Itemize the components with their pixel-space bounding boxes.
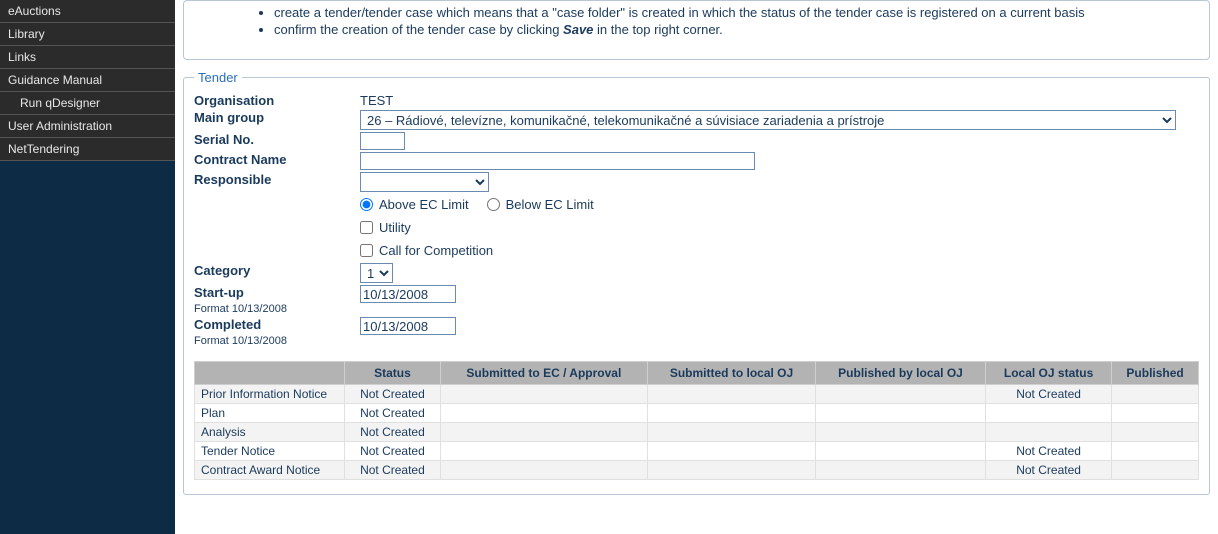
- row-link-tender-notice[interactable]: Tender Notice: [201, 444, 275, 458]
- cell: [647, 461, 815, 480]
- maingroup-select[interactable]: 26 – Rádiové, televízne, komunikačné, te…: [360, 110, 1176, 130]
- th-submitted-local-oj: Submitted to local OJ: [647, 362, 815, 385]
- label-organisation: Organisation: [194, 93, 274, 108]
- main-content: create a tender/tender case which means …: [175, 0, 1218, 534]
- table-row: Prior Information Notice Not Created Not…: [195, 385, 1199, 404]
- utility-checkbox[interactable]: [360, 221, 373, 234]
- cell: [816, 461, 986, 480]
- label-utility: Utility: [379, 220, 411, 235]
- cell: [440, 423, 647, 442]
- cell-local-oj-status: Not Created: [985, 385, 1111, 404]
- cell-local-oj-status: Not Created: [985, 442, 1111, 461]
- intro-text-tail: in the top right corner.: [593, 22, 722, 37]
- cell: [647, 442, 815, 461]
- completed-date-input[interactable]: [360, 317, 456, 335]
- cell-status: Not Created: [345, 461, 441, 480]
- sidebar-item-run-qdesigner[interactable]: Run qDesigner: [0, 92, 175, 115]
- value-organisation: TEST: [360, 93, 393, 108]
- intro-li-1: create a tender/tender case which means …: [274, 5, 1195, 20]
- table-row: Contract Award Notice Not Created Not Cr…: [195, 461, 1199, 480]
- th-submitted-ec: Submitted to EC / Approval: [440, 362, 647, 385]
- sidebar-item-library[interactable]: Library: [0, 23, 175, 46]
- cell: [1112, 385, 1199, 404]
- intro-box: create a tender/tender case which means …: [183, 0, 1210, 60]
- th-local-oj-status: Local OJ status: [985, 362, 1111, 385]
- cell-status: Not Created: [345, 385, 441, 404]
- status-table: Status Submitted to EC / Approval Submit…: [194, 361, 1199, 480]
- sidebar-item-nettendering[interactable]: NetTendering: [0, 138, 175, 161]
- row-link-contract-award-notice[interactable]: Contract Award Notice: [201, 463, 320, 477]
- responsible-select[interactable]: [360, 172, 489, 192]
- category-select[interactable]: 1: [360, 263, 393, 283]
- label-maingroup: Main group: [194, 110, 264, 125]
- label-above-ec: Above EC Limit: [379, 197, 469, 212]
- label-startup-format: Format 10/13/2008: [194, 303, 287, 315]
- call-for-competition-checkbox[interactable]: [360, 244, 373, 257]
- label-responsible: Responsible: [194, 172, 271, 187]
- cell: [647, 385, 815, 404]
- row-link-analysis[interactable]: Analysis: [201, 425, 246, 439]
- sidebar-item-links[interactable]: Links: [0, 46, 175, 69]
- tender-fieldset: Tender Organisation TEST Main group 26 –…: [183, 70, 1210, 495]
- th-published-local-oj: Published by local OJ: [816, 362, 986, 385]
- cell: [440, 442, 647, 461]
- cell-local-oj-status: [985, 404, 1111, 423]
- intro-save-word: Save: [563, 22, 593, 37]
- th-status: Status: [345, 362, 441, 385]
- label-callcomp: Call for Competition: [379, 243, 493, 258]
- cell: [1112, 442, 1199, 461]
- below-ec-limit-radio[interactable]: [487, 198, 500, 211]
- cell-status: Not Created: [345, 404, 441, 423]
- sidebar-item-guidance-manual[interactable]: Guidance Manual: [0, 69, 175, 92]
- sidebar-item-eauctions[interactable]: eAuctions: [0, 0, 175, 23]
- label-serial: Serial No.: [194, 132, 254, 147]
- cell-local-oj-status: [985, 423, 1111, 442]
- cell-status: Not Created: [345, 423, 441, 442]
- intro-text: confirm the creation of the tender case …: [274, 22, 563, 37]
- startup-date-input[interactable]: [360, 285, 456, 303]
- label-startup: Start-up: [194, 285, 244, 300]
- intro-li-2: confirm the creation of the tender case …: [274, 22, 1195, 37]
- th-blank: [195, 362, 345, 385]
- sidebar: eAuctions Library Links Guidance Manual …: [0, 0, 175, 534]
- cell: [647, 423, 815, 442]
- cell: [816, 404, 986, 423]
- above-ec-limit-radio[interactable]: [360, 198, 373, 211]
- contract-name-input[interactable]: [360, 152, 755, 170]
- tender-legend: Tender: [194, 70, 242, 85]
- cell: [1112, 423, 1199, 442]
- label-below-ec: Below EC Limit: [506, 197, 594, 212]
- cell: [816, 423, 986, 442]
- cell: [816, 385, 986, 404]
- serial-input[interactable]: [360, 132, 405, 150]
- table-row: Analysis Not Created: [195, 423, 1199, 442]
- label-contract: Contract Name: [194, 152, 286, 167]
- label-completed: Completed: [194, 317, 261, 332]
- cell: [1112, 404, 1199, 423]
- label-completed-format: Format 10/13/2008: [194, 335, 287, 347]
- row-link-prior-information-notice[interactable]: Prior Information Notice: [201, 387, 327, 401]
- table-row: Tender Notice Not Created Not Created: [195, 442, 1199, 461]
- cell-local-oj-status: Not Created: [985, 461, 1111, 480]
- label-category: Category: [194, 263, 250, 278]
- cell: [440, 404, 647, 423]
- cell: [440, 385, 647, 404]
- th-published: Published: [1112, 362, 1199, 385]
- cell: [1112, 461, 1199, 480]
- cell: [816, 442, 986, 461]
- cell: [440, 461, 647, 480]
- row-link-plan[interactable]: Plan: [201, 406, 225, 420]
- cell: [647, 404, 815, 423]
- cell-status: Not Created: [345, 442, 441, 461]
- sidebar-item-user-administration[interactable]: User Administration: [0, 115, 175, 138]
- table-row: Plan Not Created: [195, 404, 1199, 423]
